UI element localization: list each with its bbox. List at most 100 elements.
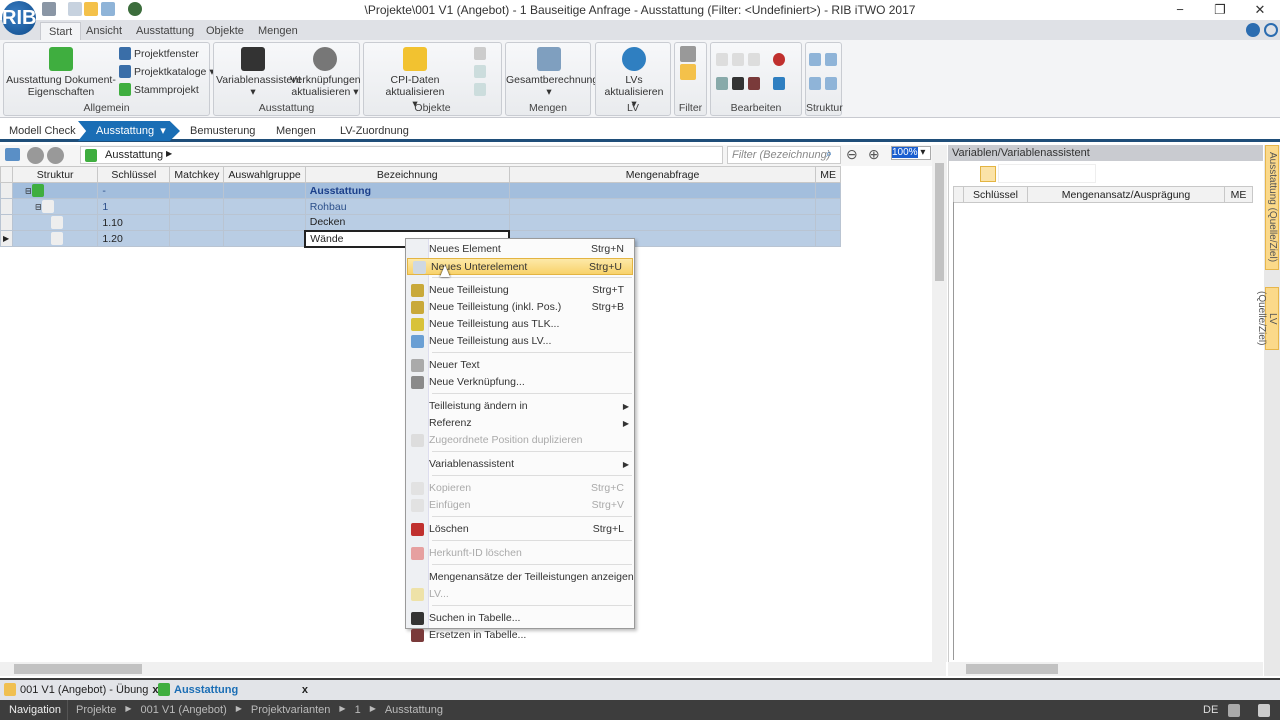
panel-horizontal-scrollbar[interactable]: [948, 662, 1263, 676]
arrow-right-icon[interactable]: [773, 77, 785, 90]
col-matchkey[interactable]: Matchkey: [169, 166, 225, 183]
doc-tab-project[interactable]: 001 V1 (Angebot) - Übung x: [4, 683, 159, 696]
collapse-all-icon[interactable]: [809, 77, 821, 90]
verknuepfungen-button[interactable]: Verknüpfungen aktualisieren ▾: [290, 47, 361, 98]
zoom-out-icon[interactable]: ⊖: [846, 146, 858, 163]
projektkataloge-button[interactable]: Projektkataloge▾: [119, 65, 215, 78]
binoculars-icon[interactable]: [732, 77, 744, 90]
menu-item-neue-teilleistung-aus-tlk[interactable]: Neue Teilleistung aus TLK...: [406, 316, 634, 333]
workflow-mengen[interactable]: Mengen: [276, 122, 316, 140]
variablenassistent-button[interactable]: Variablenassistent ▾: [216, 47, 301, 98]
col-struktur[interactable]: Struktur: [11, 166, 99, 183]
copy-icon[interactable]: [748, 53, 760, 66]
navigation-label[interactable]: Navigation: [0, 700, 68, 720]
menu-item-neue-teilleistung[interactable]: Neue Teilleistung Strg+T: [406, 282, 634, 299]
lvs-aktualisieren-button[interactable]: LVs aktualisieren ▾: [596, 47, 672, 110]
horizontal-scrollbar[interactable]: [0, 662, 946, 676]
col-mengenabfrage[interactable]: Mengenabfrage: [508, 166, 817, 183]
replace-icon[interactable]: [716, 77, 728, 90]
col-bezeichnung[interactable]: Bezeichnung: [304, 166, 510, 183]
cpi-daten-button[interactable]: CPI-Daten aktualisieren ▾: [365, 47, 465, 110]
col-schluessel[interactable]: Schlüssel: [963, 186, 1028, 203]
tray-icon[interactable]: [1228, 704, 1240, 717]
language-indicator[interactable]: DE: [1203, 704, 1218, 716]
cut-icon[interactable]: [732, 53, 744, 66]
menu-item-neue-teilleistung-inkl-pos[interactable]: Neue Teilleistung (inkl. Pos.) Strg+B: [406, 299, 634, 316]
tree-view-icon[interactable]: [5, 148, 20, 161]
filter-active-icon[interactable]: [680, 64, 696, 80]
menu-item-referenz[interactable]: Referenz ▶: [406, 415, 634, 432]
help-icon[interactable]: [1264, 23, 1278, 37]
ribbon-tab-ansicht[interactable]: Ansicht: [78, 22, 130, 41]
paste-icon[interactable]: [716, 53, 728, 66]
nav-item[interactable]: Projekte: [76, 704, 116, 716]
edit-icon[interactable]: [474, 47, 486, 60]
variable-input[interactable]: [998, 164, 1096, 183]
menu-item-löschen[interactable]: Löschen Strg+L: [406, 521, 634, 538]
zoom-in-icon[interactable]: ⊕: [868, 146, 880, 163]
ribbon-tab-start[interactable]: Start: [40, 22, 82, 41]
table-row[interactable]: ⊟ - Ausstattung: [0, 182, 841, 199]
close-tab-icon[interactable]: x: [302, 684, 308, 696]
projektfenster-button[interactable]: Projektfenster: [119, 47, 199, 60]
back-button[interactable]: [27, 147, 44, 164]
menu-item-neue-verknüpfung[interactable]: Neue Verknüpfung...: [406, 374, 634, 391]
location-breadcrumb[interactable]: Ausstattung ▶: [80, 146, 723, 164]
workflow-ausstattung[interactable]: Ausstattung ▾: [78, 121, 180, 141]
notification-icon[interactable]: [1258, 704, 1270, 717]
forward-button[interactable]: [47, 147, 64, 164]
workflow-bemusterung[interactable]: Bemusterung: [190, 122, 255, 140]
menu-item-neue-teilleistung-aus-lv[interactable]: Neue Teilleistung aus LV...: [406, 333, 634, 350]
menu-item-teilleistung-ändern-in[interactable]: Teilleistung ändern in ▶: [406, 398, 634, 415]
menu-item-suchen-in-tabelle[interactable]: Suchen in Tabelle...: [406, 610, 634, 627]
app-logo[interactable]: RIB: [2, 1, 36, 35]
restore-button[interactable]: ❐: [1200, 0, 1240, 20]
collapse-level-icon[interactable]: [825, 77, 837, 90]
nav-item[interactable]: Ausstattung: [385, 704, 443, 716]
ribbon-tab-mengen[interactable]: Mengen: [250, 22, 306, 41]
delete-icon[interactable]: [773, 53, 785, 66]
table-row[interactable]: ⊟ 1 Rohbau: [0, 198, 841, 215]
col-schluessel[interactable]: Schlüssel: [97, 166, 171, 183]
filter-dropdown-icon[interactable]: [680, 46, 696, 62]
menu-item-ersetzen-in-tabelle[interactable]: Ersetzen in Tabelle...: [406, 627, 634, 644]
settings-icon[interactable]: [1246, 23, 1260, 37]
menu-item-lv: LV...: [406, 586, 634, 603]
stammprojekt-button[interactable]: Stammprojekt: [119, 83, 199, 96]
table-row[interactable]: 1.10 Decken: [0, 214, 841, 231]
ribbon-tab-ausstattung[interactable]: Ausstattung: [128, 22, 202, 41]
col-me[interactable]: ME: [815, 166, 841, 183]
menu-item-neues-element[interactable]: Neues Element Strg+N: [406, 241, 634, 258]
menu-item-mengenansätze-der-teilleistungen-anzeigen[interactable]: Mengenansätze der Teilleistungen anzeige…: [406, 569, 634, 586]
search-icon[interactable]: ⌕: [826, 148, 832, 161]
filter-input[interactable]: Filter (Bezeichnung): [727, 146, 841, 164]
menu-item-neuer-text[interactable]: Neuer Text: [406, 357, 634, 374]
doc-tab-ausstattung[interactable]: Ausstattung x: [158, 683, 308, 696]
workflow-lv-zuordnung[interactable]: LV-Zuordnung: [340, 122, 409, 140]
zoom-select[interactable]: 100% ▾: [891, 146, 931, 160]
grid-icon[interactable]: [980, 166, 996, 182]
gesamtberechnung-button[interactable]: Gesamtberechnung ▾: [506, 47, 598, 98]
side-tab-ausstattung[interactable]: Ausstattung (Quelle/Ziel): [1265, 145, 1279, 270]
breadcrumb-item[interactable]: Ausstattung: [105, 149, 163, 161]
vertical-scrollbar[interactable]: [932, 145, 947, 662]
ribbon-tab-objekte[interactable]: Objekte: [198, 22, 252, 41]
play-icon[interactable]: [474, 83, 486, 96]
expand-icon[interactable]: [825, 53, 837, 66]
ausstattung-eigenschaften-button[interactable]: Ausstattung Dokument-Eigenschaften: [6, 47, 116, 98]
col-mengenansatz[interactable]: Mengenansatz/Ausprägung: [1027, 186, 1225, 203]
col-auswahlgruppe[interactable]: Auswahlgruppe: [223, 166, 306, 183]
nav-item[interactable]: 1: [355, 704, 361, 716]
close-button[interactable]: ✕: [1240, 0, 1280, 20]
workflow-modell-check[interactable]: Modell Check: [9, 122, 76, 140]
search-replace-icon[interactable]: [748, 77, 760, 90]
nav-item[interactable]: Projektvarianten: [251, 704, 331, 716]
check-icon[interactable]: [474, 65, 486, 78]
nav-item[interactable]: 001 V1 (Angebot): [141, 704, 227, 716]
minimize-button[interactable]: −: [1160, 0, 1200, 20]
col-me[interactable]: ME: [1224, 186, 1253, 203]
expand-all-icon[interactable]: [809, 53, 821, 66]
menu-item-variablenassistent[interactable]: Variablenassistent ▶: [406, 456, 634, 473]
side-tab-lv[interactable]: LV (Quelle/Ziel): [1256, 287, 1279, 350]
breadcrumb-arrow-icon[interactable]: ▶: [166, 149, 172, 158]
